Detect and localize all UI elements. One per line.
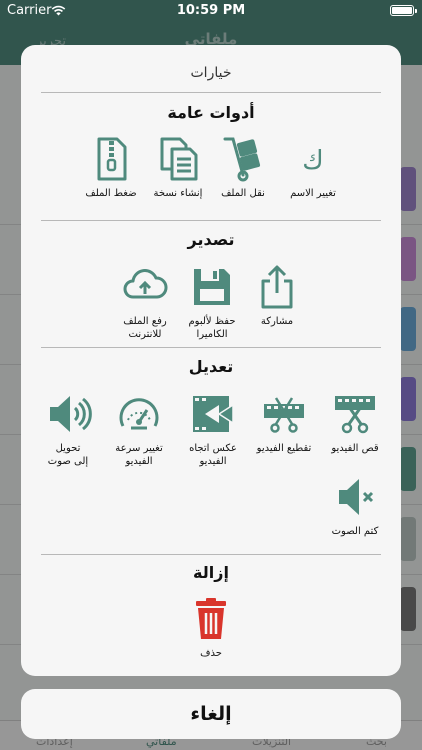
option-label-line2: للانترنت <box>128 329 162 340</box>
option-mute[interactable]: كتم الصوت <box>313 473 397 538</box>
share-icon <box>261 265 293 309</box>
svg-text:ك: ك <box>302 146 323 176</box>
sheet-title: خيارات <box>190 65 232 81</box>
option-to-audio[interactable]: تحويل إلى صوت <box>26 390 110 468</box>
section-title-remove: إزالة <box>193 563 229 582</box>
cloud-upload-icon <box>123 269 168 299</box>
option-label: ضغط الملف <box>85 188 137 199</box>
trim-video-icon <box>264 397 304 433</box>
option-label-line2: الفيديو <box>199 456 227 467</box>
battery-icon <box>390 5 417 16</box>
option-label: حذف <box>200 648 222 659</box>
divider <box>41 92 381 93</box>
option-label: تحويل <box>55 443 81 454</box>
option-label: رفع الملف <box>123 316 167 327</box>
zip-file-icon <box>97 137 127 181</box>
cancel-button[interactable]: إلغاء <box>21 689 401 739</box>
options-sheet: خيارات أدوات عامة ك تغيير الاسم نقل المل… <box>21 45 401 676</box>
speedometer-icon <box>119 398 159 430</box>
divider <box>41 554 381 555</box>
hand-truck-icon <box>223 137 261 182</box>
status-time: 10:59 PM <box>176 3 246 18</box>
option-delete[interactable]: حذف <box>169 595 253 660</box>
copy-icon <box>160 137 198 181</box>
option-label: عكس اتجاه <box>189 443 237 454</box>
floppy-disk-icon <box>194 269 230 305</box>
section-title-general: أدوات عامة <box>167 103 255 122</box>
speaker-waves-icon <box>50 396 92 432</box>
trash-icon <box>196 598 226 639</box>
reverse-video-icon <box>193 396 234 432</box>
section-title-export: تصدير <box>187 230 235 249</box>
option-label-line2: إلى صوت <box>47 456 89 467</box>
option-zip[interactable]: ضغط الملف <box>69 135 153 200</box>
rename-icon: ك <box>302 146 323 176</box>
cut-video-icon <box>335 396 375 434</box>
divider <box>41 347 381 348</box>
status-bar: Carrier 10:59 PM <box>0 0 422 22</box>
divider <box>41 220 381 221</box>
mute-icon <box>339 479 374 515</box>
section-title-edit: تعديل <box>188 357 234 376</box>
option-upload[interactable]: رفع الملف للانترنت <box>103 263 187 341</box>
option-reverse-video[interactable]: عكس اتجاه الفيديو <box>171 390 255 468</box>
option-label: كتم الصوت <box>331 526 379 537</box>
